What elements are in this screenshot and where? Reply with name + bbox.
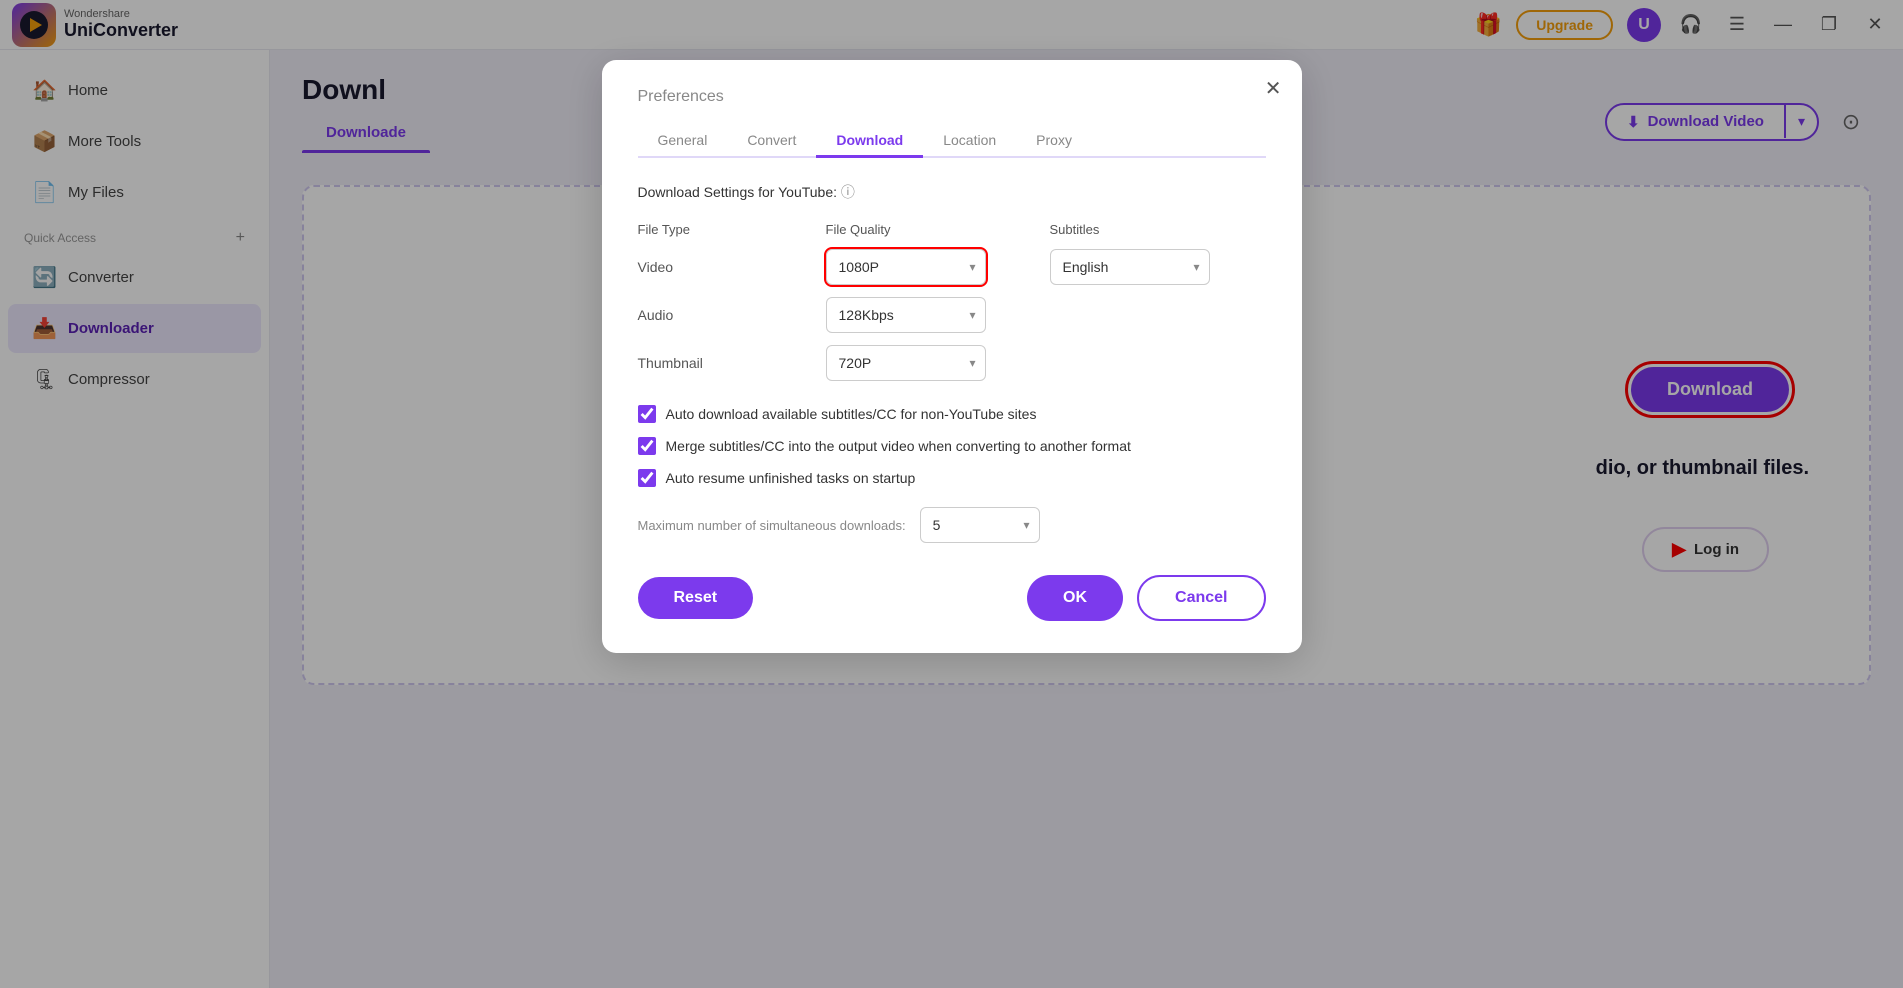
- col-header-file-type: File Type: [638, 222, 818, 237]
- modal-footer: Reset OK Cancel: [638, 575, 1266, 621]
- modal-tab-proxy[interactable]: Proxy: [1016, 124, 1092, 156]
- thumbnail-quality-wrapper: 720P 480P 360P ▾: [826, 345, 986, 381]
- simultaneous-label: Maximum number of simultaneous downloads…: [638, 518, 906, 533]
- simultaneous-select[interactable]: 1 2 3 4 5 10: [920, 507, 1040, 543]
- info-icon: ⓘ: [841, 184, 855, 200]
- modal-tab-download[interactable]: Download: [816, 124, 923, 156]
- subtitle-select[interactable]: English Auto None: [1050, 249, 1210, 285]
- thumbnail-quality-select[interactable]: 720P 480P 360P: [826, 345, 986, 381]
- modal-tab-location[interactable]: Location: [923, 124, 1016, 156]
- modal-tabs: General Convert Download Location Proxy: [638, 124, 1266, 158]
- modal-overlay: Preferences ✕ General Convert Download L…: [0, 0, 1903, 988]
- audio-quality-wrapper: 128Kbps 256Kbps 320Kbps ▾: [826, 297, 986, 333]
- col-header-file-quality: File Quality: [826, 222, 1042, 237]
- file-type-audio: Audio: [638, 307, 818, 323]
- modal-tab-convert[interactable]: Convert: [727, 124, 816, 156]
- merge-subtitles-label: Merge subtitles/CC into the output video…: [666, 438, 1131, 454]
- reset-button[interactable]: Reset: [638, 577, 754, 619]
- subtitle-select-wrapper: English Auto None ▾: [1050, 249, 1210, 285]
- settings-section-title: Download Settings for YouTube: ⓘ: [638, 182, 1266, 202]
- file-type-thumbnail: Thumbnail: [638, 355, 818, 371]
- preferences-modal: Preferences ✕ General Convert Download L…: [602, 60, 1302, 653]
- auto-subtitles-label: Auto download available subtitles/CC for…: [666, 406, 1037, 422]
- simultaneous-select-wrapper: 1 2 3 4 5 10 ▾: [920, 507, 1040, 543]
- settings-grid: File Type File Quality Subtitles Video 1…: [638, 222, 1266, 381]
- modal-right-buttons: OK Cancel: [1027, 575, 1265, 621]
- checkbox-merge-subtitles: Merge subtitles/CC into the output video…: [638, 437, 1266, 455]
- audio-quality-select[interactable]: 128Kbps 256Kbps 320Kbps: [826, 297, 986, 333]
- merge-subtitles-checkbox[interactable]: [638, 437, 656, 455]
- auto-resume-label: Auto resume unfinished tasks on startup: [666, 470, 916, 486]
- simultaneous-downloads-row: Maximum number of simultaneous downloads…: [638, 507, 1266, 543]
- modal-close-button[interactable]: ✕: [1265, 76, 1282, 101]
- modal-title: Preferences: [638, 88, 1266, 106]
- col-header-subtitles: Subtitles: [1050, 222, 1266, 237]
- video-quality-select[interactable]: 1080P 720P 480P 360P: [826, 249, 986, 285]
- auto-resume-checkbox[interactable]: [638, 469, 656, 487]
- auto-subtitles-checkbox[interactable]: [638, 405, 656, 423]
- file-type-video: Video: [638, 259, 818, 275]
- checkbox-auto-resume: Auto resume unfinished tasks on startup: [638, 469, 1266, 487]
- ok-button[interactable]: OK: [1027, 575, 1123, 621]
- cancel-button[interactable]: Cancel: [1137, 575, 1265, 621]
- checkbox-auto-subtitles: Auto download available subtitles/CC for…: [638, 405, 1266, 423]
- video-quality-wrapper: 1080P 720P 480P 360P ▾: [826, 249, 986, 285]
- modal-tab-general[interactable]: General: [638, 124, 728, 156]
